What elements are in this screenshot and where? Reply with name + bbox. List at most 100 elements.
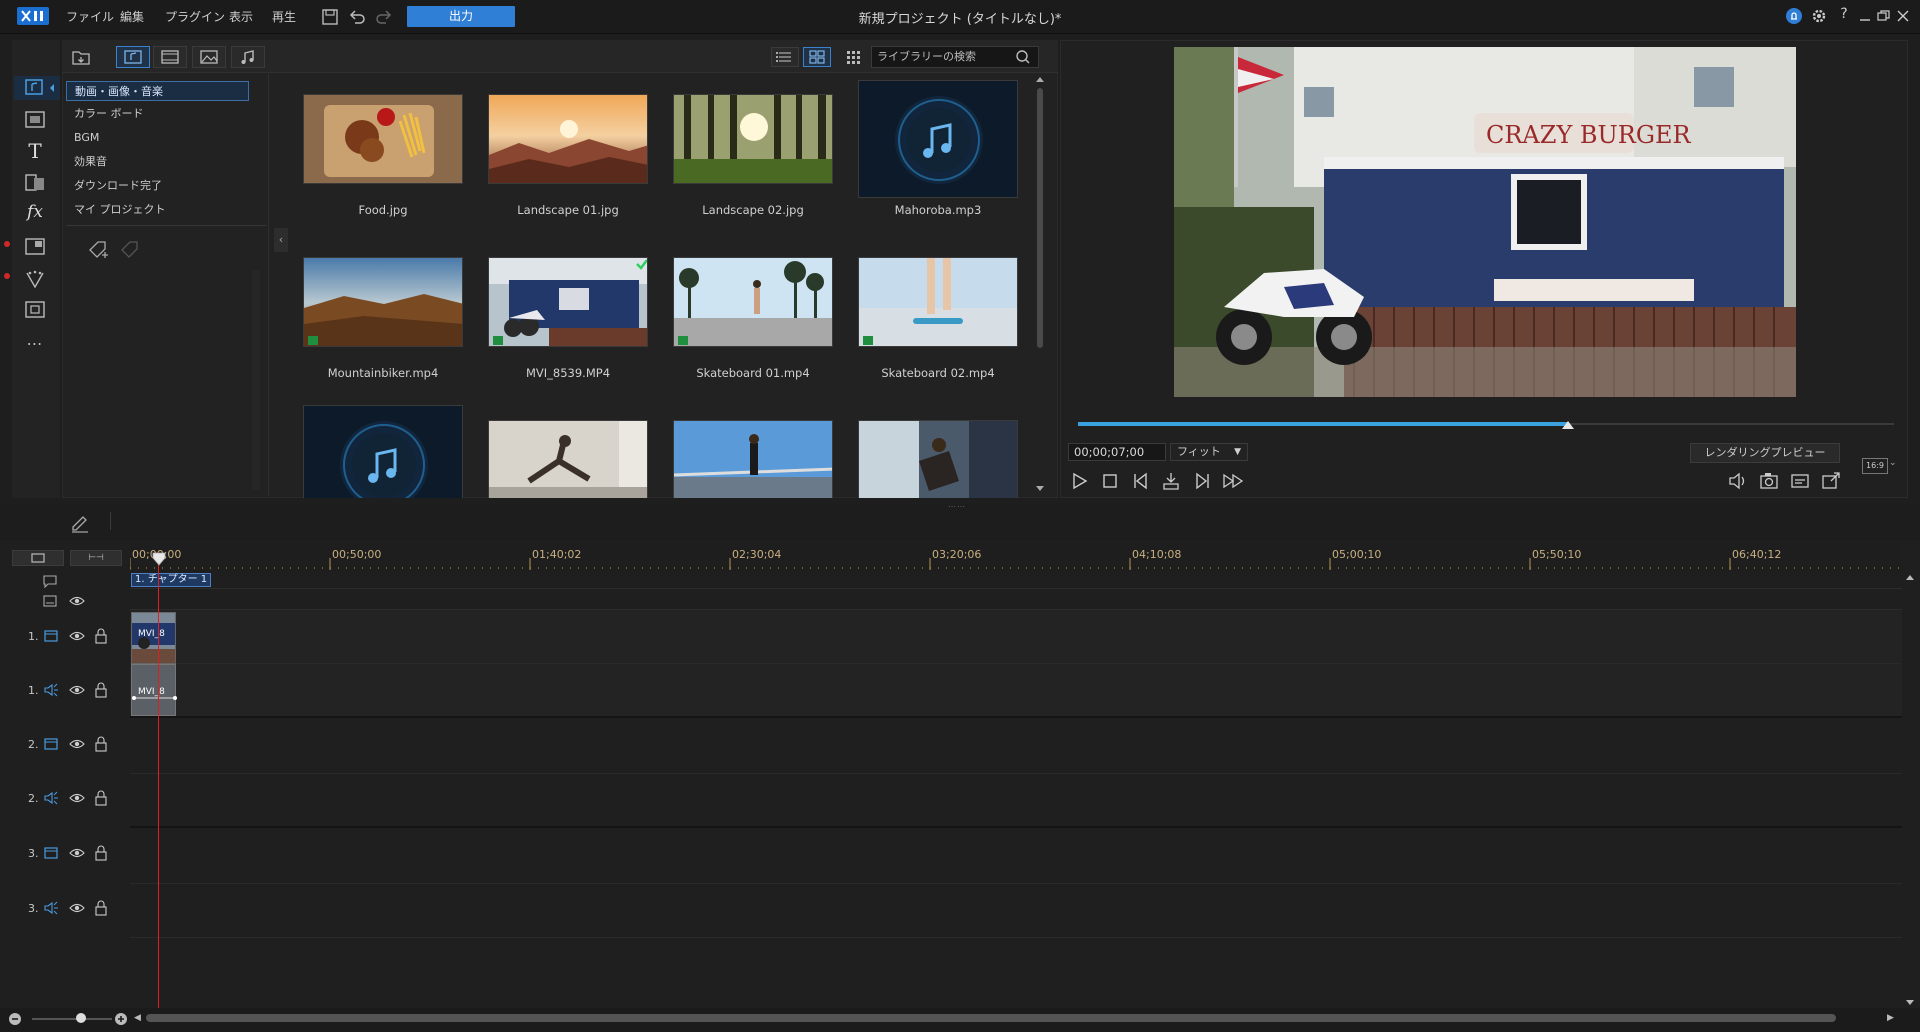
zoom-slider-track[interactable] xyxy=(32,1018,112,1020)
media-room-icon[interactable] xyxy=(14,76,60,100)
more-rooms-icon[interactable]: ⋯ xyxy=(22,334,48,358)
search-icon[interactable] xyxy=(1015,49,1031,65)
large-grid-view-icon[interactable] xyxy=(803,47,831,67)
subtitle-track-visibility-eye-icon[interactable] xyxy=(68,594,86,608)
fit-timeline-button[interactable]: ⊢⊣ xyxy=(70,550,122,566)
chapter-marker[interactable]: 1. チャプター 1 xyxy=(131,573,211,587)
volume-icon[interactable] xyxy=(1727,470,1749,492)
next-frame-icon[interactable] xyxy=(1191,470,1213,492)
close-icon[interactable] xyxy=(1894,6,1912,26)
track-row-video-3[interactable] xyxy=(130,830,1902,884)
video-clip[interactable]: MVI_8 xyxy=(131,612,176,664)
output-button[interactable]: 出力 xyxy=(407,6,515,27)
track-row-video-2[interactable] xyxy=(130,720,1902,774)
transition-room-icon[interactable] xyxy=(22,171,48,195)
lock-icon[interactable] xyxy=(94,845,108,861)
filter-audio-button[interactable] xyxy=(231,46,265,68)
undock-preview-icon[interactable] xyxy=(1820,470,1842,492)
save-icon[interactable] xyxy=(320,7,340,27)
lock-icon[interactable] xyxy=(94,900,108,916)
pip-room-icon[interactable] xyxy=(22,235,48,259)
lock-icon[interactable] xyxy=(94,628,108,644)
scroll-left-icon[interactable]: ◀ xyxy=(134,1013,142,1023)
effects-room-icon[interactable]: fx xyxy=(22,202,48,226)
category-media[interactable]: 動画・画像・音楽 xyxy=(66,81,249,101)
filter-image-button[interactable] xyxy=(192,46,226,68)
timeline-mode-button[interactable] xyxy=(12,550,64,566)
playhead-handle-icon[interactable] xyxy=(151,552,167,566)
eye-icon[interactable] xyxy=(68,901,86,915)
preview-seek-bar[interactable] xyxy=(1078,421,1894,429)
edit-tools-pen-icon[interactable] xyxy=(68,510,92,534)
lock-icon[interactable] xyxy=(94,682,108,698)
list-view-icon[interactable] xyxy=(771,47,799,67)
track-row-audio-1[interactable] xyxy=(130,664,1902,718)
import-media-icon[interactable] xyxy=(70,47,92,67)
eye-icon[interactable] xyxy=(68,629,86,643)
thumbnail-landscape-01[interactable] xyxy=(488,94,648,184)
zoom-fit-dropdown[interactable]: フィット ▼ xyxy=(1170,443,1248,461)
play-icon[interactable] xyxy=(1068,470,1090,492)
menu-view[interactable]: 表示 xyxy=(229,8,253,25)
render-preview-button[interactable]: レンダリングプレビュー xyxy=(1690,443,1840,463)
thumbnail-audio-2[interactable] xyxy=(303,405,463,498)
subtitles-toggle-icon[interactable] xyxy=(1789,470,1811,492)
thumbnail-runner[interactable] xyxy=(673,420,833,498)
thumbnail-food[interactable] xyxy=(303,94,463,184)
undo-icon[interactable] xyxy=(347,7,367,27)
thumbnail-mahoroba-audio[interactable] xyxy=(858,80,1018,198)
zoom-slider-thumb[interactable] xyxy=(76,1013,86,1023)
particle-room-icon[interactable] xyxy=(22,267,48,291)
category-bgm[interactable]: BGM xyxy=(66,128,249,148)
track-row-audio-2[interactable] xyxy=(130,774,1902,828)
library-scrollbar[interactable] xyxy=(1035,74,1045,494)
thumbnail-workout[interactable] xyxy=(488,420,648,498)
add-tag-icon[interactable] xyxy=(86,238,110,262)
collapse-panel-button[interactable]: ‹ xyxy=(274,228,288,252)
timeline-horizontal-scrollbar[interactable] xyxy=(146,1014,1836,1022)
timeline-ruler[interactable] xyxy=(130,544,1902,572)
subtitle-room-icon[interactable] xyxy=(22,298,48,322)
panel-resize-handle[interactable]: ⋯⋯ xyxy=(948,502,972,511)
filter-video-button[interactable] xyxy=(153,46,187,68)
zoom-out-icon[interactable] xyxy=(8,1012,22,1026)
timeline-vertical-scrollbar[interactable] xyxy=(1905,572,1915,1008)
title-room-icon[interactable]: T xyxy=(22,139,48,163)
category-color-board[interactable]: カラー ボード xyxy=(66,104,249,124)
audio-clip[interactable]: MVI_8 xyxy=(131,664,177,716)
thumbnail-skateboard-02[interactable] xyxy=(858,257,1018,347)
camera-snapshot-icon[interactable] xyxy=(1758,470,1780,492)
thumbnail-train[interactable] xyxy=(858,420,1018,498)
category-my-projects[interactable]: マイ プロジェクト xyxy=(66,200,249,220)
thumbnail-mountainbiker[interactable] xyxy=(303,257,463,347)
eye-icon[interactable] xyxy=(68,737,86,751)
stop-icon[interactable] xyxy=(1099,470,1121,492)
thumbnail-mvi-8539[interactable] xyxy=(488,257,648,347)
category-sound-effects[interactable]: 効果音 xyxy=(66,152,249,172)
help-icon[interactable]: ? xyxy=(1835,6,1853,26)
scroll-right-icon[interactable]: ▶ xyxy=(1887,1013,1895,1023)
settings-gear-icon[interactable] xyxy=(1810,6,1828,26)
menu-edit[interactable]: 編集 xyxy=(120,8,144,25)
thumbnail-skateboard-01[interactable] xyxy=(673,257,833,347)
previous-frame-icon[interactable] xyxy=(1130,470,1152,492)
category-downloaded[interactable]: ダウンロード完了 xyxy=(66,176,249,196)
menu-plugin[interactable]: プラグイン xyxy=(165,8,225,25)
menu-file[interactable]: ファイル xyxy=(66,8,114,25)
playhead[interactable] xyxy=(158,552,159,1012)
aspect-ratio-badge[interactable]: 16:9 xyxy=(1862,458,1888,474)
thumbnail-landscape-02[interactable] xyxy=(673,94,833,184)
lock-icon[interactable] xyxy=(94,790,108,806)
aspect-ratio-chevron-down-icon[interactable]: ⌄ xyxy=(1889,458,1899,474)
timecode-display[interactable]: 00;00;07;00 xyxy=(1068,443,1166,461)
redo-icon[interactable] xyxy=(374,7,394,27)
lock-icon[interactable] xyxy=(94,736,108,752)
track-row-video-1[interactable] xyxy=(130,610,1902,664)
zoom-in-icon[interactable] xyxy=(114,1012,128,1026)
eye-icon[interactable] xyxy=(68,791,86,805)
template-room-icon[interactable] xyxy=(22,108,48,132)
fast-forward-icon[interactable] xyxy=(1222,470,1244,492)
eye-icon[interactable] xyxy=(68,683,86,697)
notification-icon[interactable] xyxy=(1785,6,1803,26)
eye-icon[interactable] xyxy=(68,846,86,860)
